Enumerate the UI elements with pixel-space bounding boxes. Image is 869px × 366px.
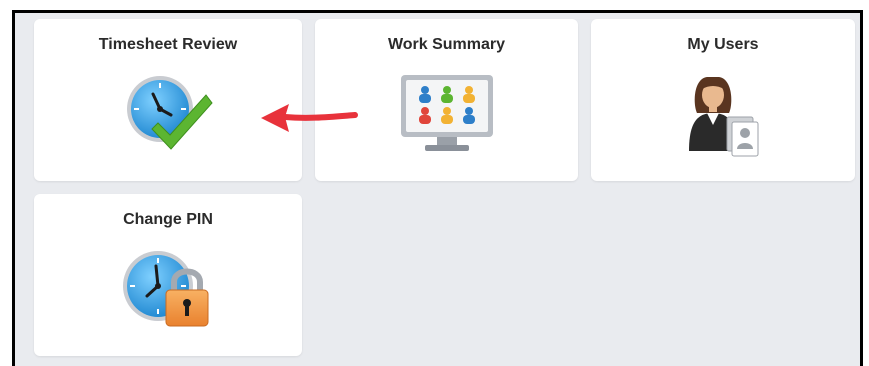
clock-lock-icon [120, 246, 216, 337]
work-summary-title: Work Summary [387, 36, 506, 53]
user-card-icon [683, 71, 763, 166]
red-arrow-icon [259, 101, 359, 140]
work-summary-tile[interactable]: Work Summary [315, 19, 578, 181]
change-pin-title: Change PIN [123, 211, 213, 228]
my-users-title: My Users [687, 36, 759, 53]
clock-check-icon [122, 71, 214, 158]
change-pin-tile[interactable]: Change PIN [34, 194, 302, 356]
my-users-tile[interactable]: My Users [591, 19, 855, 181]
timesheet-review-title: Timesheet Review [98, 36, 238, 53]
tile-grid: Timesheet Review Work Summary My Users C… [12, 10, 863, 366]
timesheet-review-tile[interactable]: Timesheet Review [34, 19, 302, 181]
monitor-people-icon [399, 71, 495, 164]
